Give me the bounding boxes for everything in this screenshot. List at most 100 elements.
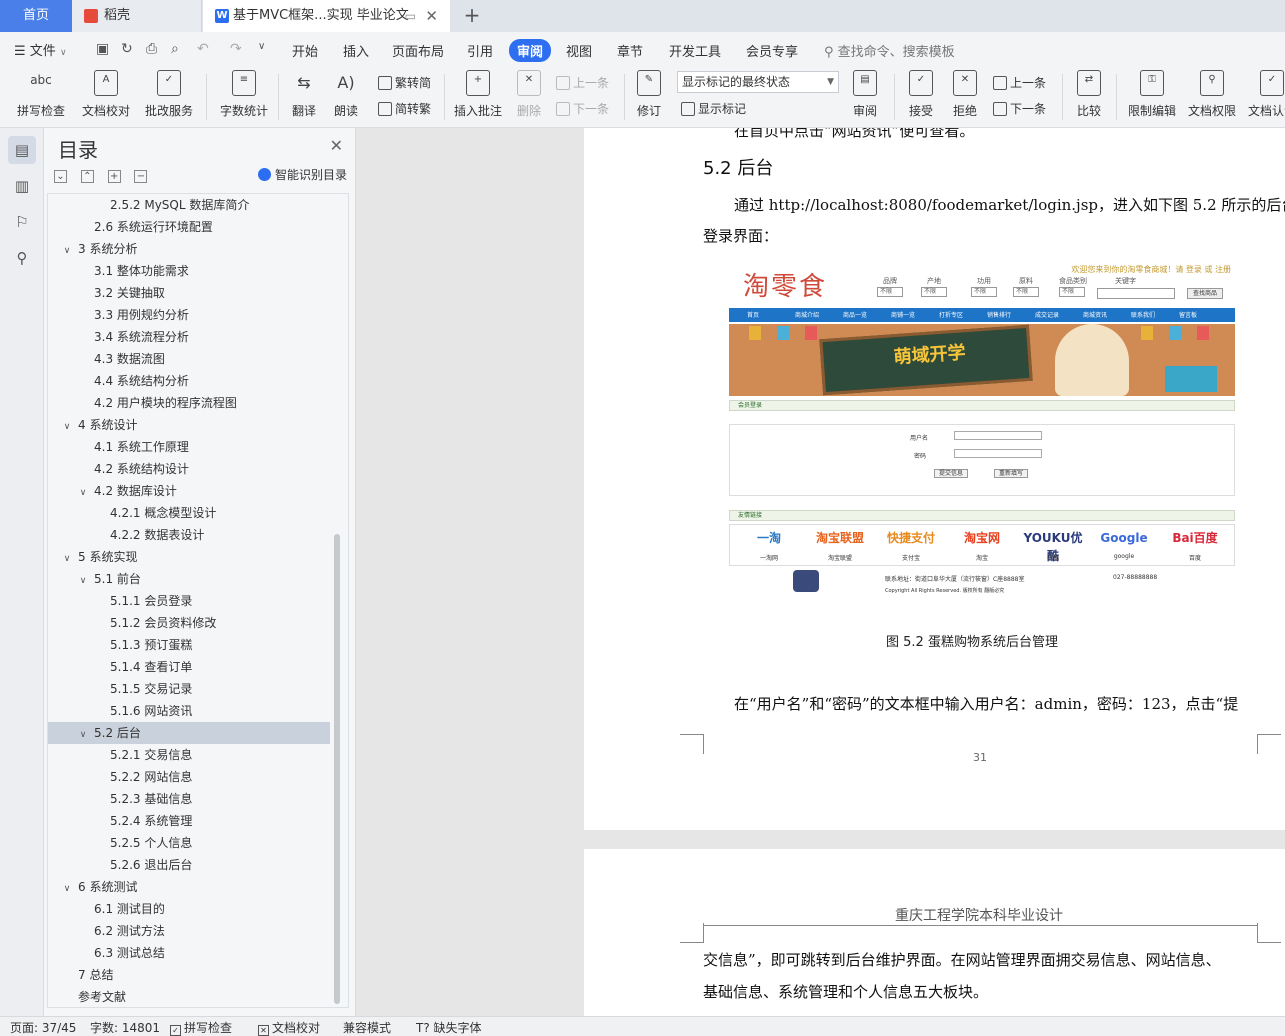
toc-item[interactable]: 5.1.2 会员资料修改 — [48, 612, 330, 634]
tab-home[interactable]: 首页 — [0, 0, 72, 32]
status-proofread[interactable]: ✕ 文档校对 — [258, 1019, 320, 1036]
toc-item[interactable]: 6.2 测试方法 — [48, 920, 330, 942]
proofread-button[interactable]: A 文档校对 — [80, 70, 132, 119]
menu-view[interactable]: 视图 — [566, 41, 592, 60]
translate-button[interactable]: ⇆ 翻译 — [286, 70, 322, 119]
track-changes-button[interactable]: ✎ 修订 — [630, 70, 668, 119]
toc-item[interactable]: ∨ 5.1 前台 — [48, 568, 330, 590]
status-spell-check[interactable]: ✓ 拼写检查 — [170, 1019, 232, 1036]
spell-check-button[interactable]: abc 拼写检查 — [12, 70, 70, 119]
toc-item[interactable]: ∨ 3 系统分析 — [48, 238, 330, 260]
bookmark-icon[interactable]: ⚐ — [8, 208, 36, 236]
print-preview-icon[interactable]: ⌕ — [171, 41, 179, 57]
export-icon[interactable]: ↻ — [121, 41, 133, 57]
smart-toc-button[interactable]: 智能识别目录 — [257, 166, 347, 183]
next-comment-button[interactable]: 下一条 — [556, 100, 609, 117]
tab-docer[interactable]: 稻壳 — [72, 0, 202, 32]
menu-start[interactable]: 开始 — [292, 41, 318, 60]
quick-access-more-icon[interactable]: ∨ — [258, 41, 265, 52]
missing-font[interactable]: T? 缺失字体 — [416, 1019, 482, 1036]
tab-close-icon[interactable]: ✕ — [425, 0, 438, 32]
page-indicator[interactable]: 页面: 37/45 — [10, 1019, 76, 1036]
toc-item[interactable]: ∨ 6 系统测试 — [48, 876, 330, 898]
toc-scrollbar[interactable] — [334, 534, 340, 1004]
toc-item[interactable]: 5.2.3 基础信息 — [48, 788, 330, 810]
restrict-edit-button[interactable]: ⚿ 限制编辑 — [1124, 70, 1180, 119]
toc-item[interactable]: 4.1 系统工作原理 — [48, 436, 330, 458]
word-count-button[interactable]: ≡ 字数统计 — [218, 70, 270, 119]
toc-item[interactable]: 3.3 用例规约分析 — [48, 304, 330, 326]
toc-item[interactable]: 5.2.5 个人信息 — [48, 832, 330, 854]
toc-item[interactable]: 3.1 整体功能需求 — [48, 260, 330, 282]
toc-item[interactable]: ∨ 4.2 数据库设计 — [48, 480, 330, 502]
toc-item[interactable]: 4.2.2 数据表设计 — [48, 524, 330, 546]
show-markup-button[interactable]: 显示标记 — [681, 100, 746, 117]
toc-item[interactable]: 7 总结 — [48, 964, 330, 986]
toc-item[interactable]: 4.2.1 概念模型设计 — [48, 502, 330, 524]
chevron-down-icon[interactable]: ∨ — [76, 482, 90, 504]
tab-document[interactable]: W 基于MVC框架...实现 毕业论文 ▭ ✕ — [203, 0, 450, 32]
menu-chapter[interactable]: 章节 — [617, 41, 643, 60]
word-count-indicator[interactable]: 字数: 14801 — [90, 1019, 160, 1036]
menu-insert[interactable]: 插入 — [343, 41, 369, 60]
menu-review[interactable]: 审阅 — [509, 39, 552, 62]
print-icon[interactable]: ⎙ — [146, 41, 157, 57]
chevron-down-icon[interactable]: ∨ — [76, 570, 90, 592]
collapse-all-icon[interactable]: ⌄ — [54, 170, 67, 183]
toc-item[interactable]: 5.2.4 系统管理 — [48, 810, 330, 832]
toc-item[interactable]: ∨ 5.2 后台 — [48, 722, 330, 744]
doc-auth-button[interactable]: ✓ 文档认证 — [1244, 70, 1285, 119]
prev-change-button[interactable]: 上一条 — [993, 74, 1046, 91]
toc-item[interactable]: 4.2 系统结构设计 — [48, 458, 330, 480]
chevron-down-icon[interactable]: ∨ — [60, 548, 74, 570]
toc-item[interactable]: 5.1.3 预订蛋糕 — [48, 634, 330, 656]
insert-comment-button[interactable]: + 插入批注 — [452, 70, 504, 119]
reject-button[interactable]: ✕ 拒绝 — [946, 70, 984, 119]
toc-item[interactable]: 2.6 系统运行环境配置 — [48, 216, 330, 238]
tab-pin-icon[interactable]: ▭ — [405, 0, 416, 32]
search-icon[interactable]: ⚲ — [8, 244, 36, 272]
toc-item[interactable]: 3.2 关键抽取 — [48, 282, 330, 304]
undo-icon[interactable]: ↶ — [197, 41, 209, 57]
add-heading-icon[interactable]: + — [107, 170, 121, 183]
accept-button[interactable]: ✓ 接受 — [902, 70, 940, 119]
delete-comment-button[interactable]: ✕ 删除 — [510, 70, 548, 119]
chevron-down-icon[interactable]: ∨ — [76, 724, 90, 746]
expand-all-icon[interactable]: ⌃ — [80, 170, 94, 183]
close-icon[interactable]: ✕ — [330, 136, 343, 155]
prev-comment-button[interactable]: 上一条 — [556, 74, 609, 91]
toc-item[interactable]: 参考文献 — [48, 986, 330, 1007]
toc-item[interactable]: 4.2 用户模块的程序流程图 — [48, 392, 330, 414]
markup-state-select[interactable]: 显示标记的最终状态 ▼ — [677, 71, 839, 93]
toc-item[interactable]: 6.3 测试总结 — [48, 942, 330, 964]
chevron-down-icon[interactable]: ∨ — [60, 878, 74, 900]
trad-to-simp-button[interactable]: 繁转简 — [378, 74, 431, 91]
toc-item[interactable]: 5.2.1 交易信息 — [48, 744, 330, 766]
toc-item[interactable]: 5.1.1 会员登录 — [48, 590, 330, 612]
chapter-nav-icon[interactable]: ▥ — [8, 172, 36, 200]
toc-item[interactable]: 6.1 测试目的 — [48, 898, 330, 920]
annotate-service-button[interactable]: ✓ 批改服务 — [140, 70, 198, 119]
menu-member[interactable]: 会员专享 — [746, 41, 798, 60]
toc-item[interactable]: ∨ 4 系统设计 — [48, 414, 330, 436]
toc-item[interactable]: 5.2.6 退出后台 — [48, 854, 330, 876]
toc-item[interactable]: 5.2.2 网站信息 — [48, 766, 330, 788]
toc-item[interactable]: 4.4 系统结构分析 — [48, 370, 330, 392]
toc-item[interactable]: 4.3 数据流图 — [48, 348, 330, 370]
remove-heading-icon[interactable]: − — [134, 170, 148, 183]
doc-permission-button[interactable]: ⚲ 文档权限 — [1184, 70, 1240, 119]
new-tab-button[interactable]: + — [460, 0, 484, 32]
toc-item[interactable]: 3.4 系统流程分析 — [48, 326, 330, 348]
review-pane-button[interactable]: ▤ 审阅 — [846, 70, 884, 119]
chevron-down-icon[interactable]: ∨ — [60, 240, 74, 262]
simp-to-trad-button[interactable]: 简转繁 — [378, 100, 431, 117]
menu-developer[interactable]: 开发工具 — [669, 41, 721, 60]
compare-button[interactable]: ⇄ 比较 — [1070, 70, 1108, 119]
command-search[interactable]: ⚲ 查找命令、搜索模板 — [824, 41, 955, 60]
menu-reference[interactable]: 引用 — [467, 41, 493, 60]
redo-icon[interactable]: ↷ — [230, 41, 242, 57]
toc-item[interactable]: 2.5.2 MySQL 数据库简介 — [48, 194, 330, 216]
toc-panel-icon[interactable]: ▤ — [8, 136, 36, 164]
toc-item[interactable]: 5.1.5 交易记录 — [48, 678, 330, 700]
save-icon[interactable]: ▣ — [96, 41, 109, 57]
